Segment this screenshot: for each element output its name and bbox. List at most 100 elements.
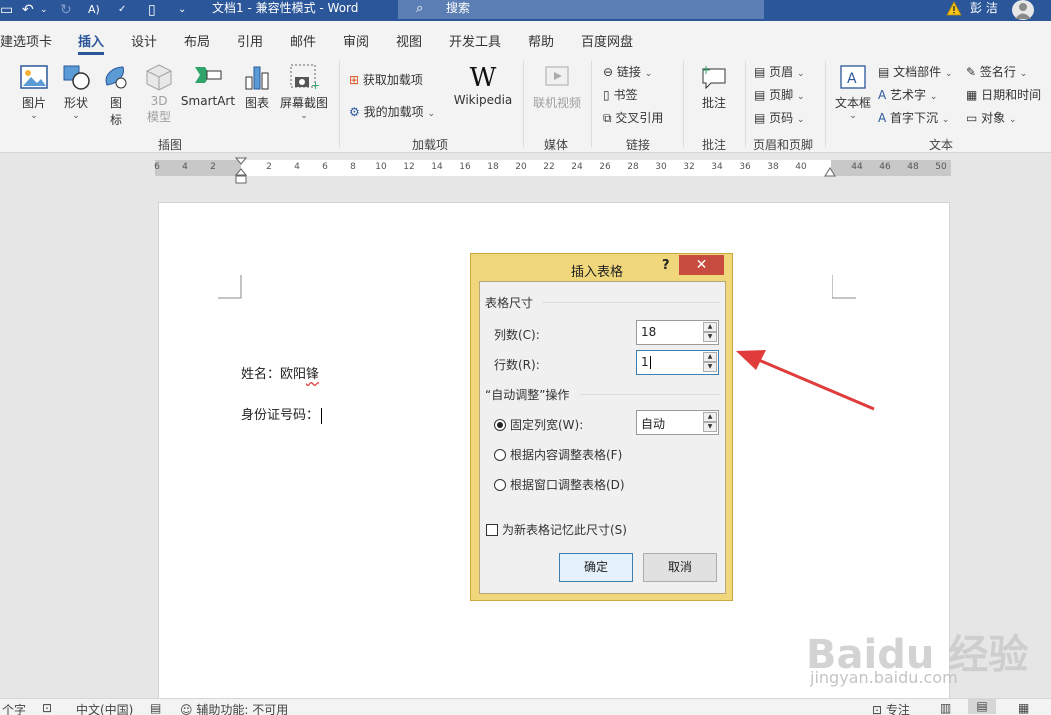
page-number-button[interactable]: ▤ 页码 ⌄: [754, 109, 805, 126]
tab-developer-options[interactable]: 建选项卡: [0, 31, 52, 50]
right-indent-marker-icon[interactable]: [824, 167, 836, 177]
ruler-tick: 26: [599, 162, 611, 172]
tab-view[interactable]: 视图: [396, 31, 422, 50]
tab-design[interactable]: 设计: [131, 31, 157, 50]
column-width-input[interactable]: 自动: [641, 415, 665, 432]
id-number-line[interactable]: 身份证号码：: [241, 404, 323, 424]
object-button[interactable]: ▭ 对象 ⌄: [966, 109, 1017, 126]
signature-line-button[interactable]: ✎ 签名行 ⌄: [966, 63, 1027, 80]
checkbox-icon: [486, 524, 498, 536]
column-width-stepper[interactable]: 自动 ▲ ▼: [636, 410, 719, 435]
autofit-contents-radio[interactable]: 根据内容调整表格(F): [494, 446, 622, 463]
smartart-button[interactable]: SmartArt: [180, 63, 236, 108]
tab-insert[interactable]: 插入: [78, 31, 105, 55]
tab-mailings[interactable]: 邮件: [290, 31, 316, 50]
spin-up-icon[interactable]: ▲: [703, 352, 717, 362]
drop-cap-button[interactable]: A 首字下沉 ⌄: [878, 109, 949, 126]
columns-stepper[interactable]: 18 ▲ ▼: [636, 320, 719, 345]
radio-icon: [494, 479, 506, 491]
date-time-button[interactable]: ▦ 日期和时间: [966, 86, 1041, 103]
3d-models-button[interactable]: 3D 模型: [141, 63, 177, 125]
picture-button[interactable]: 图片 ⌄: [16, 63, 52, 121]
chart-button[interactable]: 图表: [242, 63, 272, 111]
autofit-window-radio[interactable]: 根据窗口调整表格(D): [494, 476, 625, 493]
tab-baidu-netdisk[interactable]: 百度网盘: [581, 31, 633, 50]
spelling-icon[interactable]: ✓: [118, 1, 126, 19]
chevron-down-icon: ⌄: [945, 69, 953, 79]
tab-developer[interactable]: 开发工具: [449, 31, 501, 50]
comment-label: 批注: [701, 96, 726, 110]
tab-layout[interactable]: 布局: [184, 31, 210, 50]
comment-button[interactable]: + 批注: [694, 63, 734, 111]
wikipedia-button[interactable]: W Wikipedia: [452, 63, 514, 107]
print-preview-icon[interactable]: ▯: [148, 1, 156, 19]
macro-icon[interactable]: ▤: [150, 701, 161, 715]
remember-dimensions-checkbox[interactable]: 为新表格记忆此尺寸(S): [486, 521, 627, 538]
tab-help[interactable]: 帮助: [528, 31, 554, 50]
language-status[interactable]: 中文(中国): [76, 701, 133, 715]
name-line[interactable]: 姓名：欧阳锋: [241, 363, 319, 382]
spelling-error-text: 锋: [306, 367, 320, 382]
spin-down-icon[interactable]: ▼: [703, 362, 717, 372]
print-layout-icon[interactable]: ▤: [968, 699, 996, 714]
spin-down-icon[interactable]: ▼: [703, 422, 717, 432]
ribbon-separator: [745, 61, 746, 147]
search-box[interactable]: ⌕ 搜索: [398, 0, 764, 19]
cross-reference-button[interactable]: ⧉ 交叉引用: [603, 109, 663, 126]
my-addins-button[interactable]: ⚙ 我的加载项 ⌄: [349, 103, 435, 120]
undo-icon[interactable]: ↶: [22, 1, 34, 19]
online-video-button[interactable]: 联机视频: [530, 63, 584, 111]
signature-icon: ✎: [966, 65, 977, 79]
accessibility-status[interactable]: ☺ 辅助功能: 不可用: [180, 701, 288, 715]
icons-button[interactable]: 图 标: [100, 63, 132, 128]
get-addins-button[interactable]: ⊞ 获取加载项: [349, 71, 423, 88]
spin-up-icon[interactable]: ▲: [703, 322, 717, 332]
web-layout-icon[interactable]: ▦: [1018, 701, 1029, 715]
customize-toolbar-icon[interactable]: ⌄: [178, 1, 186, 19]
read-mode-icon[interactable]: ▥: [940, 701, 951, 715]
chevron-down-icon: ⌄: [929, 92, 938, 102]
avatar[interactable]: [1012, 0, 1034, 20]
autofit-contents-label: 根据内容调整表格(F): [510, 448, 623, 462]
tab-review[interactable]: 审阅: [343, 31, 369, 50]
screenshot-button[interactable]: + 屏幕截图 ⌄: [278, 63, 330, 121]
help-button[interactable]: ?: [662, 258, 670, 273]
columns-input[interactable]: 18: [641, 325, 656, 339]
focus-mode[interactable]: ⊡ 专注: [872, 701, 910, 715]
ruler-tick: 18: [487, 162, 499, 172]
bookmark-button[interactable]: ▯ 书签: [603, 86, 637, 103]
wikipedia-icon: W: [469, 63, 497, 93]
ruler-margin-left: [155, 160, 241, 176]
rows-label: 行数(R):: [494, 358, 540, 372]
header-button[interactable]: ▤ 页眉 ⌄: [754, 63, 805, 80]
text-box-button[interactable]: A 文本框 ⌄: [833, 63, 873, 121]
rows-stepper[interactable]: 1 ▲ ▼: [636, 350, 719, 375]
ok-button[interactable]: 确定: [559, 553, 633, 582]
proofing-icon[interactable]: ⊡: [42, 701, 52, 715]
undo-dropdown-icon[interactable]: ⌄: [40, 1, 48, 19]
chevron-down-icon: ⌄: [849, 111, 857, 121]
ruler-tick: 6: [322, 162, 328, 172]
footer-button[interactable]: ▤ 页脚 ⌄: [754, 86, 805, 103]
redo-icon[interactable]: ↻: [60, 1, 72, 19]
id-number-text: 身份证号码：: [241, 408, 320, 423]
spin-up-icon[interactable]: ▲: [703, 412, 717, 422]
wordart-button[interactable]: A 艺术字 ⌄: [878, 86, 937, 103]
quick-parts-button[interactable]: ▤ 文档部件 ⌄: [878, 63, 953, 80]
tab-references[interactable]: 引用: [237, 31, 263, 50]
cancel-button[interactable]: 取消: [643, 553, 717, 582]
wikipedia-label: Wikipedia: [453, 93, 513, 107]
shapes-button[interactable]: 形状 ⌄: [58, 63, 94, 121]
svg-text:+: +: [701, 63, 711, 77]
word-count[interactable]: 个字: [2, 701, 26, 715]
user-name[interactable]: 彭 洁: [970, 0, 998, 17]
indent-marker-icon[interactable]: [235, 157, 247, 184]
read-aloud-icon[interactable]: A): [88, 1, 100, 19]
fixed-column-width-radio[interactable]: 固定列宽(W):: [494, 416, 583, 433]
close-button[interactable]: ✕: [679, 255, 724, 275]
spin-down-icon[interactable]: ▼: [703, 332, 717, 342]
link-button[interactable]: ⊖ 链接 ⌄: [603, 63, 652, 80]
warning-icon[interactable]: [946, 1, 962, 16]
rows-input[interactable]: 1: [641, 355, 651, 369]
save-icon[interactable]: ▭: [0, 1, 13, 19]
